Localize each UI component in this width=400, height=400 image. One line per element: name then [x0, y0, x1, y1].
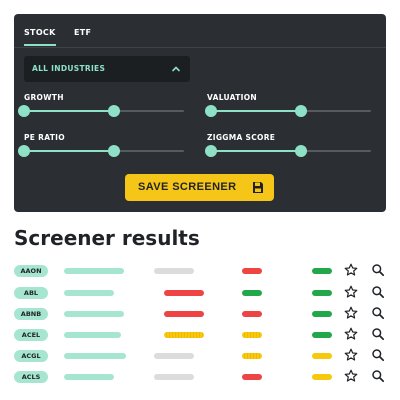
- star-icon[interactable]: [344, 348, 358, 362]
- result-row[interactable]: ABL: [14, 284, 386, 302]
- metric-indicator-green: [312, 268, 332, 274]
- ticker-badge[interactable]: ACLS: [14, 371, 48, 383]
- result-row[interactable]: ACLS: [14, 368, 386, 386]
- search-icon[interactable]: [371, 348, 385, 362]
- company-name-placeholder: [64, 290, 114, 296]
- metric-indicator-green: [312, 311, 332, 317]
- search-icon[interactable]: [371, 369, 385, 383]
- industry-select[interactable]: ALL INDUSTRIES: [24, 56, 190, 82]
- star-icon[interactable]: [344, 263, 358, 277]
- chevron-up-icon: [172, 66, 180, 72]
- result-row[interactable]: ACGL: [14, 347, 386, 365]
- save-screener-label: SAVE SCREENER: [138, 181, 237, 193]
- star-icon[interactable]: [344, 285, 358, 299]
- metric-indicator-yellow: [312, 353, 332, 359]
- slider-max-handle[interactable]: [108, 105, 120, 117]
- slider-fill: [24, 110, 114, 112]
- growth-slider[interactable]: [18, 105, 184, 117]
- ticker-badge[interactable]: ABL: [14, 287, 48, 299]
- industry-select-value: ALL INDUSTRIES: [32, 64, 106, 73]
- valuation-label: VALUATION: [207, 93, 257, 102]
- ticker-badge[interactable]: ACGL: [14, 350, 48, 362]
- save-screener-button[interactable]: SAVE SCREENER: [125, 174, 274, 201]
- metric-indicator-red: [242, 374, 262, 380]
- metric-indicator-green: [312, 332, 332, 338]
- metric-indicator-red: [164, 311, 204, 317]
- search-icon[interactable]: [371, 263, 385, 277]
- ziggma-score-label: ZIGGMA SCORE: [207, 133, 276, 142]
- slider-max-handle[interactable]: [108, 145, 120, 157]
- slider-min-handle[interactable]: [18, 105, 30, 117]
- slider-max-handle[interactable]: [295, 105, 307, 117]
- slider-min-handle[interactable]: [205, 145, 217, 157]
- company-name-placeholder: [64, 374, 114, 380]
- ticker-badge[interactable]: AAON: [14, 265, 48, 277]
- slider-min-handle[interactable]: [205, 105, 217, 117]
- floppy-disk-icon: [253, 182, 263, 193]
- pe-ratio-label: PE RATIO: [24, 133, 65, 142]
- tabs-divider: [14, 47, 386, 48]
- ziggma-score-slider[interactable]: [205, 145, 371, 157]
- metric-indicator-grey: [154, 374, 194, 380]
- slider-min-handle[interactable]: [18, 145, 30, 157]
- star-icon[interactable]: [344, 327, 358, 341]
- metric-indicator-yellow: [312, 374, 332, 380]
- search-icon[interactable]: [371, 285, 385, 299]
- metric-indicator-red: [242, 268, 262, 274]
- metric-indicator-yellow: [242, 332, 262, 338]
- search-icon[interactable]: [371, 306, 385, 320]
- growth-label: GROWTH: [24, 93, 64, 102]
- star-icon[interactable]: [344, 369, 358, 383]
- search-icon[interactable]: [371, 327, 385, 341]
- metric-indicator-grey: [154, 353, 194, 359]
- screener-panel: STOCK ETF ALL INDUSTRIES GROWTH VALUATIO…: [14, 14, 386, 212]
- result-row[interactable]: ACEL: [14, 326, 386, 344]
- valuation-slider[interactable]: [205, 105, 371, 117]
- slider-fill: [24, 150, 114, 152]
- company-name-placeholder: [64, 332, 121, 338]
- company-name-placeholder: [64, 268, 124, 274]
- slider-fill: [211, 150, 301, 152]
- ticker-badge[interactable]: ACEL: [14, 329, 48, 341]
- metric-indicator-green: [312, 290, 332, 296]
- tab-etf[interactable]: ETF: [74, 28, 91, 37]
- tab-stock[interactable]: STOCK: [24, 28, 56, 46]
- result-row[interactable]: AAON: [14, 262, 386, 280]
- screener-results-title: Screener results: [14, 226, 200, 250]
- slider-fill: [211, 110, 301, 112]
- company-name-placeholder: [64, 311, 124, 317]
- star-icon[interactable]: [344, 306, 358, 320]
- metric-indicator-green: [242, 290, 262, 296]
- pe-ratio-slider[interactable]: [18, 145, 184, 157]
- metric-indicator-red: [242, 311, 262, 317]
- company-name-placeholder: [64, 353, 126, 359]
- result-row[interactable]: ABNB: [14, 305, 386, 323]
- metric-indicator-grey: [154, 268, 194, 274]
- metric-indicator-yellow: [164, 332, 204, 338]
- metric-indicator-red: [164, 290, 204, 296]
- slider-max-handle[interactable]: [295, 145, 307, 157]
- metric-indicator-yellow: [242, 353, 262, 359]
- ticker-badge[interactable]: ABNB: [14, 308, 48, 320]
